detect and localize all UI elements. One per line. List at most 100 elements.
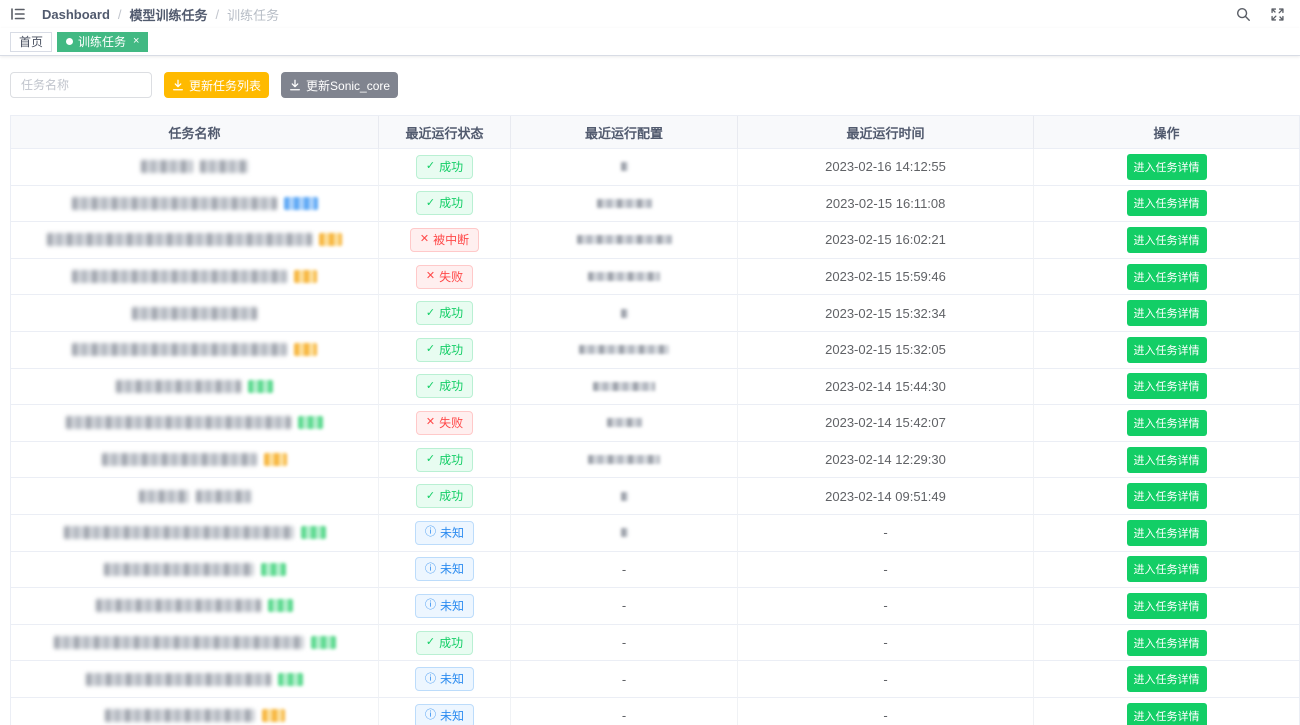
action-cell: 进入任务详情 (1034, 515, 1299, 552)
action-cell: 进入任务详情 (1034, 149, 1299, 186)
table-row: ✕ 被中断 2023-02-15 16:02:21 进入任务详情 (11, 222, 1299, 259)
run-time: 2023-02-14 15:42:07 (738, 405, 1034, 442)
redacted-task-name (72, 197, 277, 210)
sidebar-toggle-icon[interactable] (8, 4, 28, 24)
breadcrumb-model-training[interactable]: 模型训练任务 (130, 5, 208, 24)
enter-task-button[interactable]: 进入任务详情 (1127, 666, 1207, 692)
tab-training-tasks[interactable]: 训练任务 × (57, 32, 148, 52)
green-task-tag (268, 599, 293, 612)
green-task-tag (311, 636, 336, 649)
run-time: - (738, 588, 1034, 625)
status-icon: ⓘ (425, 600, 436, 611)
redacted-task-name (200, 160, 248, 173)
status-badge: ⓘ 未知 (415, 594, 474, 618)
enter-task-button[interactable]: 进入任务详情 (1127, 593, 1207, 619)
task-name-cell (11, 259, 379, 296)
run-time: 2023-02-14 12:29:30 (738, 442, 1034, 479)
status-cell: ⓘ 未知 (379, 515, 511, 552)
status-label: 未知 (440, 527, 464, 539)
redacted-task-name (102, 453, 257, 466)
status-cell: ✓ 成功 (379, 295, 511, 332)
status-badge: ✓ 成功 (416, 448, 473, 472)
table-row: ⓘ 未知 - - 进入任务详情 (11, 588, 1299, 625)
download-icon (172, 79, 184, 91)
tab-home-label: 首页 (19, 33, 43, 50)
action-cell: 进入任务详情 (1034, 295, 1299, 332)
enter-task-button[interactable]: 进入任务详情 (1127, 337, 1207, 363)
navbar-actions (1234, 5, 1286, 23)
action-cell: 进入任务详情 (1034, 222, 1299, 259)
status-icon: ⓘ (425, 710, 436, 721)
enter-task-button[interactable]: 进入任务详情 (1127, 447, 1207, 473)
enter-task-button[interactable]: 进入任务详情 (1127, 190, 1207, 216)
column-header-run-config: 最近运行配置 (511, 116, 738, 149)
enter-task-button[interactable]: 进入任务详情 (1127, 556, 1207, 582)
enter-task-button[interactable]: 进入任务详情 (1127, 520, 1207, 546)
column-header-run-status: 最近运行状态 (379, 116, 511, 149)
config-cell (511, 515, 738, 552)
action-cell: 进入任务详情 (1034, 186, 1299, 223)
enter-task-button[interactable]: 进入任务详情 (1127, 410, 1207, 436)
status-badge: ✓ 成功 (416, 191, 473, 215)
status-icon: ✓ (426, 491, 435, 502)
redacted-task-name (132, 307, 257, 320)
green-task-tag (301, 526, 326, 539)
run-time: 2023-02-16 14:12:55 (738, 149, 1034, 186)
status-icon: ✓ (426, 161, 435, 172)
enter-task-button[interactable]: 进入任务详情 (1127, 630, 1207, 656)
enter-task-button[interactable]: 进入任务详情 (1127, 154, 1207, 180)
breadcrumb-current: 训练任务 (227, 5, 279, 24)
config-cell: - (511, 698, 738, 725)
action-cell: 进入任务详情 (1034, 625, 1299, 662)
redacted-task-name (86, 673, 271, 686)
status-icon: ✓ (426, 308, 435, 319)
enter-task-button[interactable]: 进入任务详情 (1127, 703, 1207, 725)
status-label: 失败 (439, 271, 463, 283)
enter-task-button[interactable]: 进入任务详情 (1127, 264, 1207, 290)
config-cell (511, 186, 738, 223)
status-badge: ✓ 成功 (416, 338, 473, 362)
status-icon: ✕ (426, 417, 435, 428)
update-sonic-core-button[interactable]: 更新Sonic_core (281, 72, 398, 98)
breadcrumb-separator: / (118, 7, 122, 22)
status-badge: ⓘ 未知 (415, 704, 474, 725)
status-icon: ✓ (426, 637, 435, 648)
status-label: 成功 (439, 161, 463, 173)
update-sonic-core-label: 更新Sonic_core (306, 77, 390, 94)
enter-task-button[interactable]: 进入任务详情 (1127, 373, 1207, 399)
status-badge: ✓ 成功 (416, 631, 473, 655)
status-cell: ⓘ 未知 (379, 661, 511, 698)
action-cell: 进入任务详情 (1034, 259, 1299, 296)
status-icon: ✓ (426, 381, 435, 392)
task-table: 任务名称 最近运行状态 最近运行配置 最近运行时间 操作 ✓ 成功 2023-0… (10, 115, 1300, 725)
search-icon[interactable] (1234, 5, 1252, 23)
tab-home[interactable]: 首页 (10, 32, 52, 52)
status-badge: ⓘ 未知 (415, 557, 474, 581)
config-cell: - (511, 625, 738, 662)
status-label: 成功 (439, 344, 463, 356)
green-task-tag (278, 673, 303, 686)
task-name-search-input[interactable] (10, 72, 152, 98)
task-name-cell (11, 625, 379, 662)
download-icon (289, 79, 301, 91)
enter-task-button[interactable]: 进入任务详情 (1127, 227, 1207, 253)
breadcrumb-dashboard[interactable]: Dashboard (42, 7, 110, 22)
green-task-tag (261, 563, 286, 576)
status-badge: ✓ 成功 (416, 484, 473, 508)
table-row: ✕ 失败 2023-02-14 15:42:07 进入任务详情 (11, 405, 1299, 442)
enter-task-button[interactable]: 进入任务详情 (1127, 483, 1207, 509)
redacted-config (621, 492, 628, 501)
tab-close-icon[interactable]: × (133, 36, 139, 47)
run-time: 2023-02-15 16:11:08 (738, 186, 1034, 223)
yellow-task-tag (262, 709, 285, 722)
fullscreen-icon[interactable] (1268, 5, 1286, 23)
enter-task-button[interactable]: 进入任务详情 (1127, 300, 1207, 326)
update-task-list-button[interactable]: 更新任务列表 (164, 72, 269, 98)
action-cell: 进入任务详情 (1034, 478, 1299, 515)
status-cell: ✕ 失败 (379, 259, 511, 296)
task-name-cell (11, 698, 379, 725)
redacted-config (607, 418, 642, 427)
status-cell: ⓘ 未知 (379, 698, 511, 725)
status-icon: ⓘ (425, 527, 436, 538)
action-cell: 进入任务详情 (1034, 661, 1299, 698)
